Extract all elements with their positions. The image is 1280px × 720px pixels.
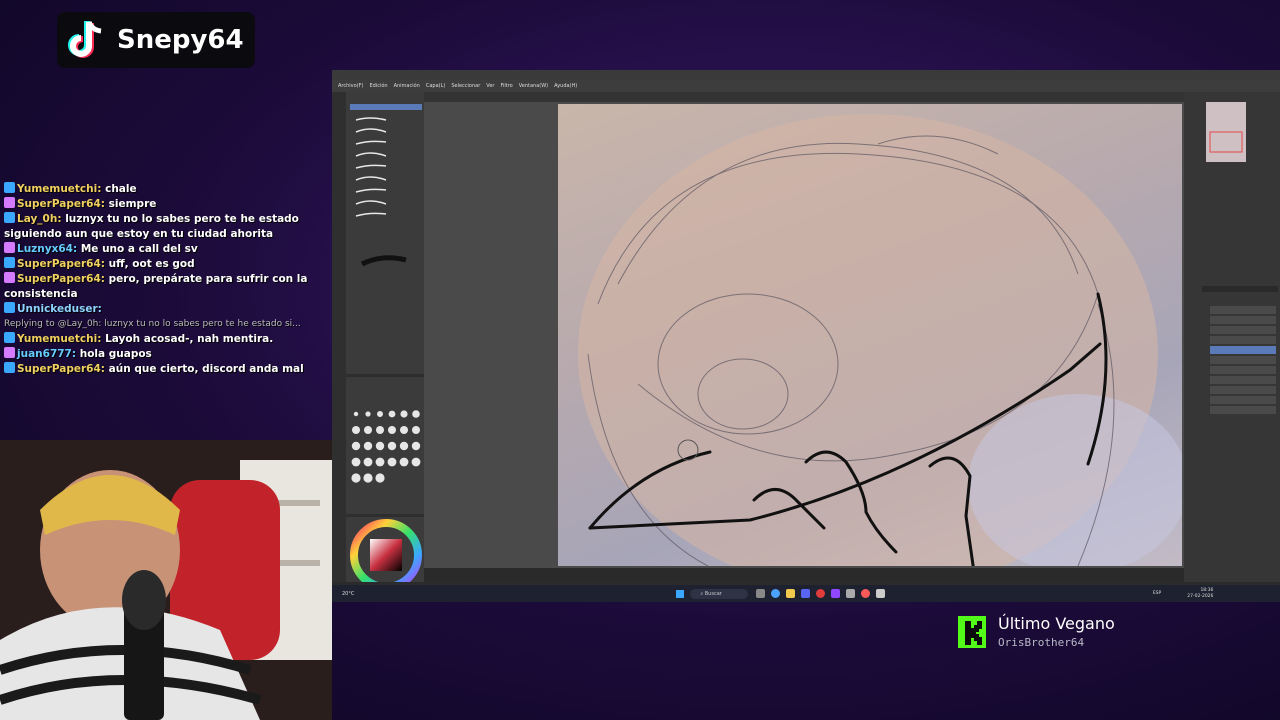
chat-badge-icon: [4, 212, 15, 223]
chat-username: juan6777:: [17, 348, 77, 360]
windows-start-icon[interactable]: [676, 589, 685, 598]
chat-text: aún que cierto, discord anda mal: [108, 363, 304, 375]
chat-badge-icon: [4, 182, 15, 193]
song-title: Último Vegano: [998, 614, 1115, 633]
tool-palette[interactable]: [332, 92, 346, 582]
kick-logo-icon: [958, 616, 986, 648]
menu-bar: Archivo(F) Edición Animación Capa(L) Selecci…: [332, 80, 1280, 92]
taskbar-search[interactable]: ⌕ Buscar: [690, 588, 748, 599]
chat-badge-icon: [4, 272, 15, 283]
chat-text: uff, oot es god: [108, 258, 195, 270]
chat-username: SuperPaper64:: [17, 198, 105, 210]
taskbar-app-icons[interactable]: [755, 589, 885, 598]
chat-message: Unnickeduser:: [0, 302, 332, 317]
chat-overlay: Yumemuetchi: chale SuperPaper64: siempre L…: [0, 182, 332, 438]
chat-badge-icon: [4, 257, 15, 268]
menu-item[interactable]: Seleccionar: [451, 83, 480, 89]
chat-badge-icon: [4, 302, 15, 313]
menu-item[interactable]: Filtro: [500, 83, 512, 89]
webcam-feed: [0, 440, 332, 720]
menu-item[interactable]: Ayuda(H): [554, 83, 577, 89]
chat-username: SuperPaper64:: [17, 363, 105, 375]
menu-item[interactable]: Capa(L): [426, 83, 445, 89]
tiktok-username: Snepy64: [117, 25, 244, 55]
chat-message: SuperPaper64: aún que cierto, discord an…: [0, 362, 332, 377]
chat-text: Layoh acosad-, nah mentira.: [105, 333, 274, 345]
status-bar: [424, 568, 1184, 582]
chat-username: Yumemuetchi:: [17, 333, 102, 345]
chat-message: Yumemuetchi: chale: [0, 182, 332, 197]
chat-message: SuperPaper64: uff, oot es god: [0, 257, 332, 272]
chat-username: Lay_0h:: [17, 213, 62, 225]
chat-badge-icon: [4, 197, 15, 208]
now-playing-widget: Último Vegano OrisBrother64: [958, 612, 1208, 652]
chat-username: Unnickeduser:: [17, 303, 102, 315]
weather-widget[interactable]: 20°C: [342, 591, 354, 597]
chat-reply-preview: Replying to @Lay_0h: luznyx tu no lo sab…: [0, 317, 332, 332]
chat-username: SuperPaper64:: [17, 273, 105, 285]
menu-item[interactable]: Animación: [394, 83, 420, 89]
song-artist: OrisBrother64: [998, 636, 1085, 649]
tray-lang[interactable]: ESP: [1153, 591, 1161, 596]
drawing-canvas[interactable]: [558, 104, 1182, 566]
chat-badge-icon: [4, 242, 15, 253]
chat-username: Luznyx64:: [17, 243, 78, 255]
layer-selected: [1210, 346, 1276, 354]
chat-message: Luznyx64: Me uno a call del sv: [0, 242, 332, 257]
chat-message: SuperPaper64: pero, prepárate para sufri…: [0, 272, 332, 302]
clip-studio-window: Archivo(F) Edición Animación Capa(L) Selecci…: [332, 70, 1280, 602]
tiktok-badge: Snepy64: [57, 12, 255, 68]
chat-text: hola guapos: [79, 348, 152, 360]
chat-message: SuperPaper64: siempre: [0, 197, 332, 212]
chat-message: juan6777: hola guapos: [0, 347, 332, 362]
menu-item[interactable]: Ver: [486, 83, 494, 89]
chat-username: SuperPaper64:: [17, 258, 105, 270]
subtool-palette[interactable]: [346, 92, 424, 591]
chat-badge-icon: [4, 362, 15, 373]
reply-text: Replying to @Lay_0h: luznyx tu no lo sab…: [4, 319, 301, 329]
menu-item[interactable]: Ventana(W): [519, 83, 548, 89]
title-bar: [332, 70, 1280, 80]
chat-badge-icon: [4, 332, 15, 343]
command-bar: [332, 92, 1280, 102]
menu-item[interactable]: Archivo(F): [338, 83, 363, 89]
tiktok-icon: [57, 12, 113, 68]
menu-item[interactable]: Edición: [369, 83, 387, 89]
color-saturation-box: [370, 539, 402, 571]
chat-username: Yumemuetchi:: [17, 183, 102, 195]
chat-text: siempre: [108, 198, 157, 210]
chat-text: Me uno a call del sv: [80, 243, 198, 255]
chat-message: Lay_0h: luznyx tu no lo sabes pero te he…: [0, 212, 332, 242]
chat-message: Yumemuetchi: Layoh acosad-, nah mentira.: [0, 332, 332, 347]
windows-taskbar: 20°C ⌕ Buscar ESP 18:36 27-02-2026: [332, 585, 1280, 602]
right-panels[interactable]: [1184, 92, 1280, 582]
chat-badge-icon: [4, 347, 15, 358]
subtool-selected-highlight: [350, 104, 422, 110]
clock-date: 27-02-2026: [1187, 593, 1214, 599]
chat-text: chale: [105, 183, 137, 195]
tray-clock[interactable]: 18:36 27-02-2026: [1187, 588, 1213, 600]
